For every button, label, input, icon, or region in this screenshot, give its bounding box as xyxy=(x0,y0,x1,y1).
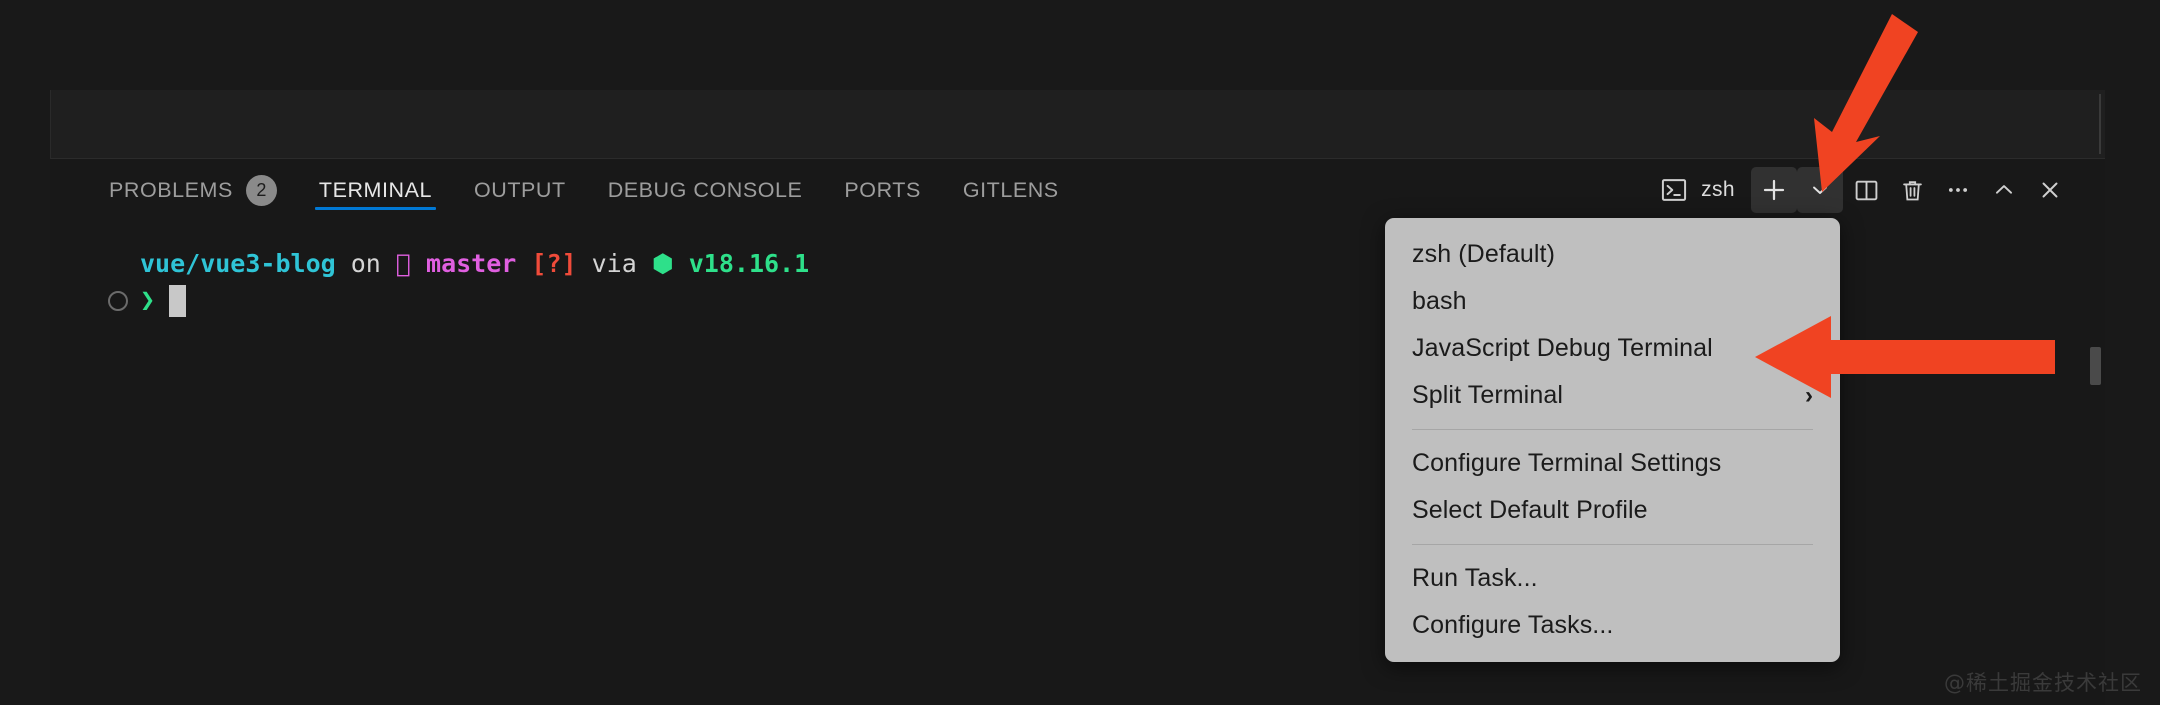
tab-output-label: OUTPUT xyxy=(474,177,566,202)
annotation-arrow-left xyxy=(1755,312,2055,407)
tab-ports-label: PORTS xyxy=(844,177,921,202)
editor-scrollbar[interactable] xyxy=(2099,94,2101,154)
menu-item-zsh-default[interactable]: zsh (Default) xyxy=(1385,231,1840,278)
menu-item-select-default-profile[interactable]: Select Default Profile xyxy=(1385,487,1840,534)
prompt-branch: master xyxy=(426,249,517,278)
menu-item-label: Split Terminal xyxy=(1412,381,1563,409)
tab-gitlens[interactable]: GITLENS xyxy=(942,159,1080,221)
close-panel-button[interactable] xyxy=(2027,167,2073,213)
prompt-path: vue/vue3-blog xyxy=(140,249,336,278)
tab-debug-console-label: DEBUG CONSOLE xyxy=(607,177,803,202)
menu-item-label: Run Task... xyxy=(1412,564,1538,592)
terminal-shell-name: zsh xyxy=(1701,178,1735,201)
panel-tabs: PROBLEMS 2 TERMINAL OUTPUT DEBUG CONSOLE… xyxy=(50,159,1080,221)
terminal-cursor xyxy=(169,285,186,317)
maximize-panel-button[interactable] xyxy=(1981,167,2027,213)
tab-debug-console[interactable]: DEBUG CONSOLE xyxy=(587,159,824,221)
prompt-dirty-flag: [?] xyxy=(531,249,577,278)
terminal-input-line[interactable]: ❯ xyxy=(140,285,155,314)
git-branch-icon:  xyxy=(395,249,411,278)
menu-separator xyxy=(1412,544,1813,545)
menu-item-label: Configure Tasks... xyxy=(1412,611,1614,639)
annotation-arrow-down xyxy=(1770,8,1950,203)
terminal-prompt-line: vue/vue3-blog on  master [?] via ⬢ v18.… xyxy=(140,249,809,278)
tab-gitlens-label: GITLENS xyxy=(962,177,1059,202)
menu-item-label: Select Default Profile xyxy=(1412,496,1648,524)
tab-terminal-label: TERMINAL xyxy=(318,177,432,202)
menu-item-configure-terminal-settings[interactable]: Configure Terminal Settings xyxy=(1385,440,1840,487)
tab-ports[interactable]: PORTS xyxy=(823,159,941,221)
prompt-chevron: ❯ xyxy=(140,285,156,314)
menu-item-label: bash xyxy=(1412,287,1467,315)
terminal-profile-context-menu: zsh (Default) bash JavaScript Debug Term… xyxy=(1385,218,1840,662)
menu-separator xyxy=(1412,429,1813,430)
nodejs-icon: ⬢ xyxy=(651,249,674,278)
menu-item-configure-tasks[interactable]: Configure Tasks... xyxy=(1385,602,1840,649)
menu-item-label: zsh (Default) xyxy=(1412,240,1556,268)
prompt-via-word: via xyxy=(591,249,637,278)
prompt-on-word: on xyxy=(350,249,381,278)
menu-item-label: Configure Terminal Settings xyxy=(1412,449,1722,477)
menu-item-label: JavaScript Debug Terminal xyxy=(1412,334,1713,362)
active-terminal-chip[interactable]: zsh xyxy=(1656,176,1735,204)
tab-terminal[interactable]: TERMINAL xyxy=(298,159,453,221)
tab-problems[interactable]: PROBLEMS 2 xyxy=(88,159,298,221)
watermark: @稀土掘金技术社区 xyxy=(1944,671,2142,695)
command-decoration-marker[interactable] xyxy=(108,291,128,311)
terminal-icon xyxy=(1660,176,1688,204)
problems-count-badge: 2 xyxy=(245,174,277,206)
prompt-node-version: v18.16.1 xyxy=(688,249,810,278)
tab-output[interactable]: OUTPUT xyxy=(453,159,587,221)
tab-problems-label: PROBLEMS xyxy=(109,177,233,202)
terminal-scrollbar[interactable] xyxy=(2090,347,2101,385)
menu-item-run-task[interactable]: Run Task... xyxy=(1385,555,1840,602)
